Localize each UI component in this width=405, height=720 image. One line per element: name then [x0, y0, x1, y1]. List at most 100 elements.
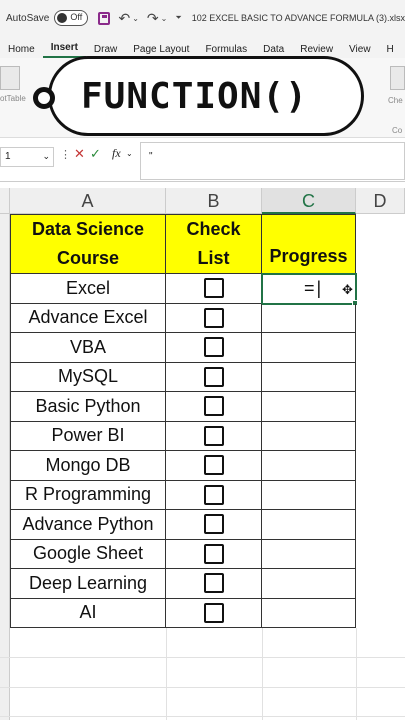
- checklist-cell[interactable]: [166, 362, 262, 392]
- tab-help[interactable]: H: [379, 44, 402, 58]
- gridline: [0, 657, 405, 658]
- checkbox[interactable]: [203, 366, 224, 387]
- progress-cell[interactable]: [262, 421, 356, 451]
- tab-insert[interactable]: Insert: [42, 42, 86, 58]
- header-cell-progress[interactable]: Progress: [262, 214, 356, 274]
- name-box[interactable]: 1 ⌄: [0, 147, 54, 167]
- checkbox[interactable]: [203, 602, 224, 623]
- progress-cell[interactable]: [262, 362, 356, 392]
- save-icon[interactable]: [98, 11, 111, 25]
- course-name: AI: [79, 602, 97, 623]
- redo-dropdown-icon[interactable]: ⌄: [161, 14, 168, 23]
- course-cell[interactable]: Deep Learning: [10, 569, 166, 599]
- column-header-d[interactable]: D: [356, 188, 405, 214]
- course-cell[interactable]: Basic Python: [10, 392, 166, 422]
- gridline: [166, 628, 167, 720]
- gridline: [262, 628, 263, 720]
- course-cell[interactable]: Google Sheet: [10, 539, 166, 569]
- checkbox[interactable]: [203, 484, 224, 505]
- course-name: MySQL: [57, 366, 118, 387]
- checkbox[interactable]: [203, 455, 224, 476]
- course-name: Mongo DB: [45, 454, 131, 475]
- checklist-cell[interactable]: [166, 392, 262, 422]
- checkbox[interactable]: [203, 425, 224, 446]
- select-all-corner[interactable]: [0, 188, 10, 214]
- customize-toolbar-icon[interactable]: ⏷: [175, 13, 181, 23]
- pivot-table-label: otTable: [0, 94, 26, 103]
- autosave-label: AutoSave: [6, 12, 50, 24]
- banner-text: FUNCTION(): [81, 75, 308, 117]
- header-checklist-line1: Check: [186, 219, 241, 239]
- header-checklist-line2: List: [197, 248, 230, 268]
- checklist-cell[interactable]: [166, 303, 262, 333]
- cancel-icon[interactable]: ✕: [74, 146, 85, 162]
- progress-cell[interactable]: [262, 392, 356, 422]
- course-cell[interactable]: R Programming: [10, 480, 166, 510]
- checkbox[interactable]: [203, 573, 224, 594]
- more-options-icon[interactable]: ⋮: [60, 148, 71, 161]
- progress-value: =: [304, 277, 315, 298]
- course-name: Deep Learning: [28, 572, 148, 593]
- checkbox[interactable]: [203, 543, 224, 564]
- progress-cell[interactable]: [262, 303, 356, 333]
- checkbox[interactable]: [203, 307, 224, 328]
- progress-cell[interactable]: [262, 598, 356, 628]
- undo-dropdown-icon[interactable]: ⌄: [132, 14, 139, 23]
- fx-dropdown-icon[interactable]: ⌄: [126, 149, 133, 158]
- row-header-strip: [0, 214, 10, 720]
- formula-input[interactable]: ": [140, 142, 405, 180]
- checklist-cell[interactable]: [166, 569, 262, 599]
- checklist-cell[interactable]: [166, 421, 262, 451]
- progress-cell[interactable]: [262, 333, 356, 363]
- course-cell[interactable]: Advance Excel: [10, 303, 166, 333]
- tab-view[interactable]: View: [341, 44, 379, 58]
- undo-icon[interactable]: ↶: [118, 10, 130, 27]
- autosave-toggle[interactable]: Off: [54, 10, 89, 26]
- progress-cell[interactable]: [262, 510, 356, 540]
- progress-cell[interactable]: [262, 569, 356, 599]
- progress-cell[interactable]: [262, 480, 356, 510]
- pivot-table-icon[interactable]: [0, 66, 20, 90]
- checklist-cell[interactable]: [166, 539, 262, 569]
- toggle-knob: [57, 13, 68, 23]
- header-cell-checklist[interactable]: Check List: [166, 214, 262, 274]
- checklist-cell[interactable]: [166, 510, 262, 540]
- checkbox[interactable]: [203, 396, 224, 417]
- checklist-cell[interactable]: [166, 274, 262, 304]
- checkbox[interactable]: [203, 514, 224, 535]
- course-cell[interactable]: AI: [10, 598, 166, 628]
- chevron-down-icon[interactable]: ⌄: [42, 151, 50, 162]
- column-header-c[interactable]: C: [262, 188, 356, 214]
- gridline: [0, 687, 405, 688]
- course-cell[interactable]: Mongo DB: [10, 451, 166, 481]
- course-cell[interactable]: Power BI: [10, 421, 166, 451]
- course-name: Basic Python: [35, 395, 141, 416]
- checkbox-tool-label: Che: [388, 96, 403, 105]
- autosave-state: Off: [70, 12, 83, 22]
- progress-cell[interactable]: [262, 539, 356, 569]
- checkbox[interactable]: [203, 337, 224, 358]
- banner-dot-icon: [33, 87, 55, 109]
- column-header-a[interactable]: A: [10, 188, 166, 214]
- course-cell[interactable]: MySQL: [10, 362, 166, 392]
- checkbox-tool-icon[interactable]: [390, 66, 405, 90]
- course-name: Excel: [65, 277, 110, 298]
- name-box-value: 1: [5, 151, 11, 162]
- header-course-line1: Data Science: [31, 219, 145, 239]
- checklist-cell[interactable]: [166, 451, 262, 481]
- course-cell[interactable]: Advance Python: [10, 510, 166, 540]
- column-header-b[interactable]: B: [166, 188, 262, 214]
- enter-check-icon[interactable]: ✓: [90, 146, 101, 162]
- progress-cell[interactable]: = | ✥: [261, 273, 358, 306]
- redo-icon[interactable]: ↷: [147, 10, 159, 27]
- tab-home[interactable]: Home: [0, 44, 43, 58]
- header-cell-course[interactable]: Data Science Course: [10, 214, 166, 274]
- progress-cell[interactable]: [262, 451, 356, 481]
- checklist-cell[interactable]: [166, 333, 262, 363]
- course-cell[interactable]: VBA: [10, 333, 166, 363]
- checkbox[interactable]: [203, 278, 224, 299]
- course-cell[interactable]: Excel: [10, 274, 166, 304]
- insert-function-icon[interactable]: fx: [112, 146, 121, 161]
- checklist-cell[interactable]: [166, 598, 262, 628]
- checklist-cell[interactable]: [166, 480, 262, 510]
